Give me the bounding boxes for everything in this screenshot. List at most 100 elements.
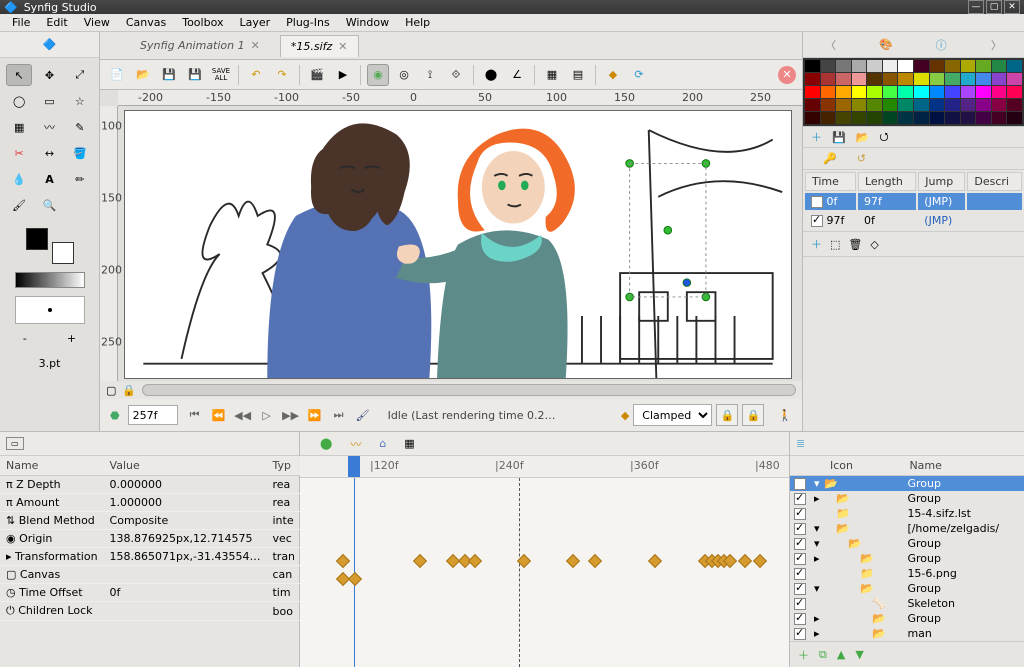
save-icon[interactable]: 💾 <box>158 64 180 86</box>
palette-swatch[interactable] <box>852 99 867 111</box>
sketch-tool[interactable]: ✏ <box>67 168 93 190</box>
keyframe-key-icon[interactable]: 🔑 <box>823 152 837 165</box>
saveall-icon[interactable]: SAVEALL <box>210 64 232 86</box>
timeline-keyframe[interactable] <box>468 554 482 568</box>
render-icon[interactable]: 🎬 <box>306 64 328 86</box>
palette-tab-icon[interactable]: 🎨 <box>876 35 896 55</box>
palette-swatch[interactable] <box>961 99 976 111</box>
width-tool[interactable]: ↔ <box>36 142 62 164</box>
palette-swatch[interactable] <box>821 99 836 111</box>
palette-swatch[interactable] <box>976 99 991 111</box>
palette-swatch[interactable] <box>805 60 820 72</box>
layer-row[interactable]: 📁15-4.sifz.lst <box>790 506 1024 521</box>
close-button[interactable]: ✕ <box>1004 0 1020 14</box>
palette-swatch[interactable] <box>976 73 991 85</box>
onion-toggle-icon[interactable]: ◎ <box>393 64 415 86</box>
timeline-keyframe[interactable] <box>336 554 350 568</box>
smooth-move-tool[interactable]: ✥ <box>36 64 62 86</box>
timeline-ruler[interactable]: |120f|240f|360f|480 <box>300 456 789 478</box>
snap-icon[interactable]: ⟟ <box>419 64 441 86</box>
param-row[interactable]: ◷ Time Offset0ftim <box>0 584 301 602</box>
play-icon[interactable]: ▷ <box>258 406 276 424</box>
palette-swatch[interactable] <box>914 73 929 85</box>
palette-swatch[interactable] <box>883 60 898 72</box>
layer-row[interactable]: ▾📂Group <box>790 476 1024 492</box>
palette-swatch[interactable] <box>930 73 945 85</box>
layer-row[interactable]: ▾📂Group <box>790 581 1024 596</box>
menu-toolbox[interactable]: Toolbox <box>176 14 229 31</box>
mirror-tool[interactable] <box>67 194 93 216</box>
palette-swatch[interactable] <box>1007 86 1022 98</box>
canvas-scrollbar-h[interactable] <box>142 384 796 396</box>
redo-icon[interactable]: ↷ <box>271 64 293 86</box>
brush-tool[interactable]: 🖌 <box>6 194 32 216</box>
palette-swatch[interactable] <box>821 73 836 85</box>
timetrack-tab-icon[interactable]: ⬤ <box>320 437 332 450</box>
palette-swatch[interactable] <box>992 99 1007 111</box>
timeline-keyframe[interactable] <box>588 554 602 568</box>
duck-icon[interactable]: ⬤ <box>480 64 502 86</box>
palette-swatch[interactable] <box>992 73 1007 85</box>
refresh-icon[interactable]: ⟳ <box>628 64 650 86</box>
spline-tool[interactable]: 〰 <box>36 116 62 138</box>
fg-bg-swatch[interactable] <box>26 228 74 264</box>
palette-swatch[interactable] <box>805 73 820 85</box>
info-tab-icon[interactable]: ⓘ <box>931 35 951 55</box>
palette-swatch[interactable] <box>805 112 820 124</box>
menu-canvas[interactable]: Canvas <box>120 14 172 31</box>
palette-swatch[interactable] <box>852 73 867 85</box>
gradient-swatch[interactable] <box>15 272 85 288</box>
menu-view[interactable]: View <box>78 14 116 31</box>
palette-swatch[interactable] <box>836 99 851 111</box>
timeline-keyframe[interactable] <box>648 554 662 568</box>
rectangle-tool[interactable]: ▭ <box>36 90 62 112</box>
guides-icon[interactable]: ▤ <box>567 64 589 86</box>
param-row[interactable]: ◉ Origin138.876925px,12.714575vec <box>0 530 301 548</box>
palette-swatch[interactable] <box>867 86 882 98</box>
timeline-keyframe[interactable] <box>348 572 362 586</box>
canvas-lock-icon[interactable]: 🔒 <box>122 384 136 397</box>
seek-prev-frame-icon[interactable]: ◀◀ <box>234 406 252 424</box>
palette-swatch[interactable] <box>945 60 960 72</box>
palette-swatch[interactable] <box>1007 99 1022 111</box>
palette-swatch[interactable] <box>1007 60 1022 72</box>
palette-swatch[interactable] <box>898 73 913 85</box>
brush-decrease[interactable]: - <box>23 332 27 345</box>
timeline-keyframe[interactable] <box>753 554 767 568</box>
layer-down-icon[interactable]: ▼ <box>855 648 863 661</box>
layer-dup-icon[interactable]: ⧉ <box>819 648 827 662</box>
sets-remove-icon[interactable]: 🗑 <box>848 238 862 251</box>
menu-file[interactable]: File <box>6 14 36 31</box>
close-tab-icon[interactable]: ✕ <box>778 66 796 84</box>
palette-swatch[interactable] <box>821 60 836 72</box>
nav-next-icon[interactable]: 〉 <box>986 35 1006 55</box>
tab-close-icon[interactable]: ✕ <box>251 39 260 52</box>
saveas-icon[interactable]: 💾 <box>184 64 206 86</box>
circle-tool[interactable]: ◯ <box>6 90 32 112</box>
palette-swatch[interactable] <box>914 60 929 72</box>
keyframe-lock-future-icon[interactable]: 🔒 <box>742 404 764 426</box>
palette-swatch[interactable] <box>961 60 976 72</box>
param-row[interactable]: ⇅ Blend MethodCompositeinte <box>0 512 301 530</box>
interpolation-select[interactable]: Clamped <box>633 404 712 426</box>
curves-tab-icon[interactable]: 〰 <box>350 436 361 452</box>
palette-swatch[interactable] <box>914 99 929 111</box>
timeline-keyframe[interactable] <box>413 554 427 568</box>
keyframe-history-icon[interactable]: ↺ <box>857 152 866 165</box>
draw-tool[interactable]: ✎ <box>67 116 93 138</box>
palette-swatch[interactable] <box>867 112 882 124</box>
palette-swatch[interactable] <box>883 73 898 85</box>
zoom-tool[interactable]: 🔍 <box>36 194 62 216</box>
timeline-keyframe[interactable] <box>566 554 580 568</box>
menu-layer[interactable]: Layer <box>233 14 276 31</box>
palette-swatch[interactable] <box>898 112 913 124</box>
layer-row[interactable]: 📁15-6.png <box>790 566 1024 581</box>
palette-swatch[interactable] <box>821 112 836 124</box>
keyframe-row[interactable]: 0f97f(JMP) <box>805 193 1022 210</box>
sets-add-icon[interactable]: ＋ <box>811 236 822 252</box>
param-row[interactable]: π Z Depth0.000000rea <box>0 476 301 494</box>
menu-help[interactable]: Help <box>399 14 436 31</box>
seek-next-frame-icon[interactable]: ▶▶ <box>282 406 300 424</box>
layer-row[interactable]: ▾📂[/home/zelgadis/ <box>790 521 1024 536</box>
menu-window[interactable]: Window <box>340 14 395 31</box>
